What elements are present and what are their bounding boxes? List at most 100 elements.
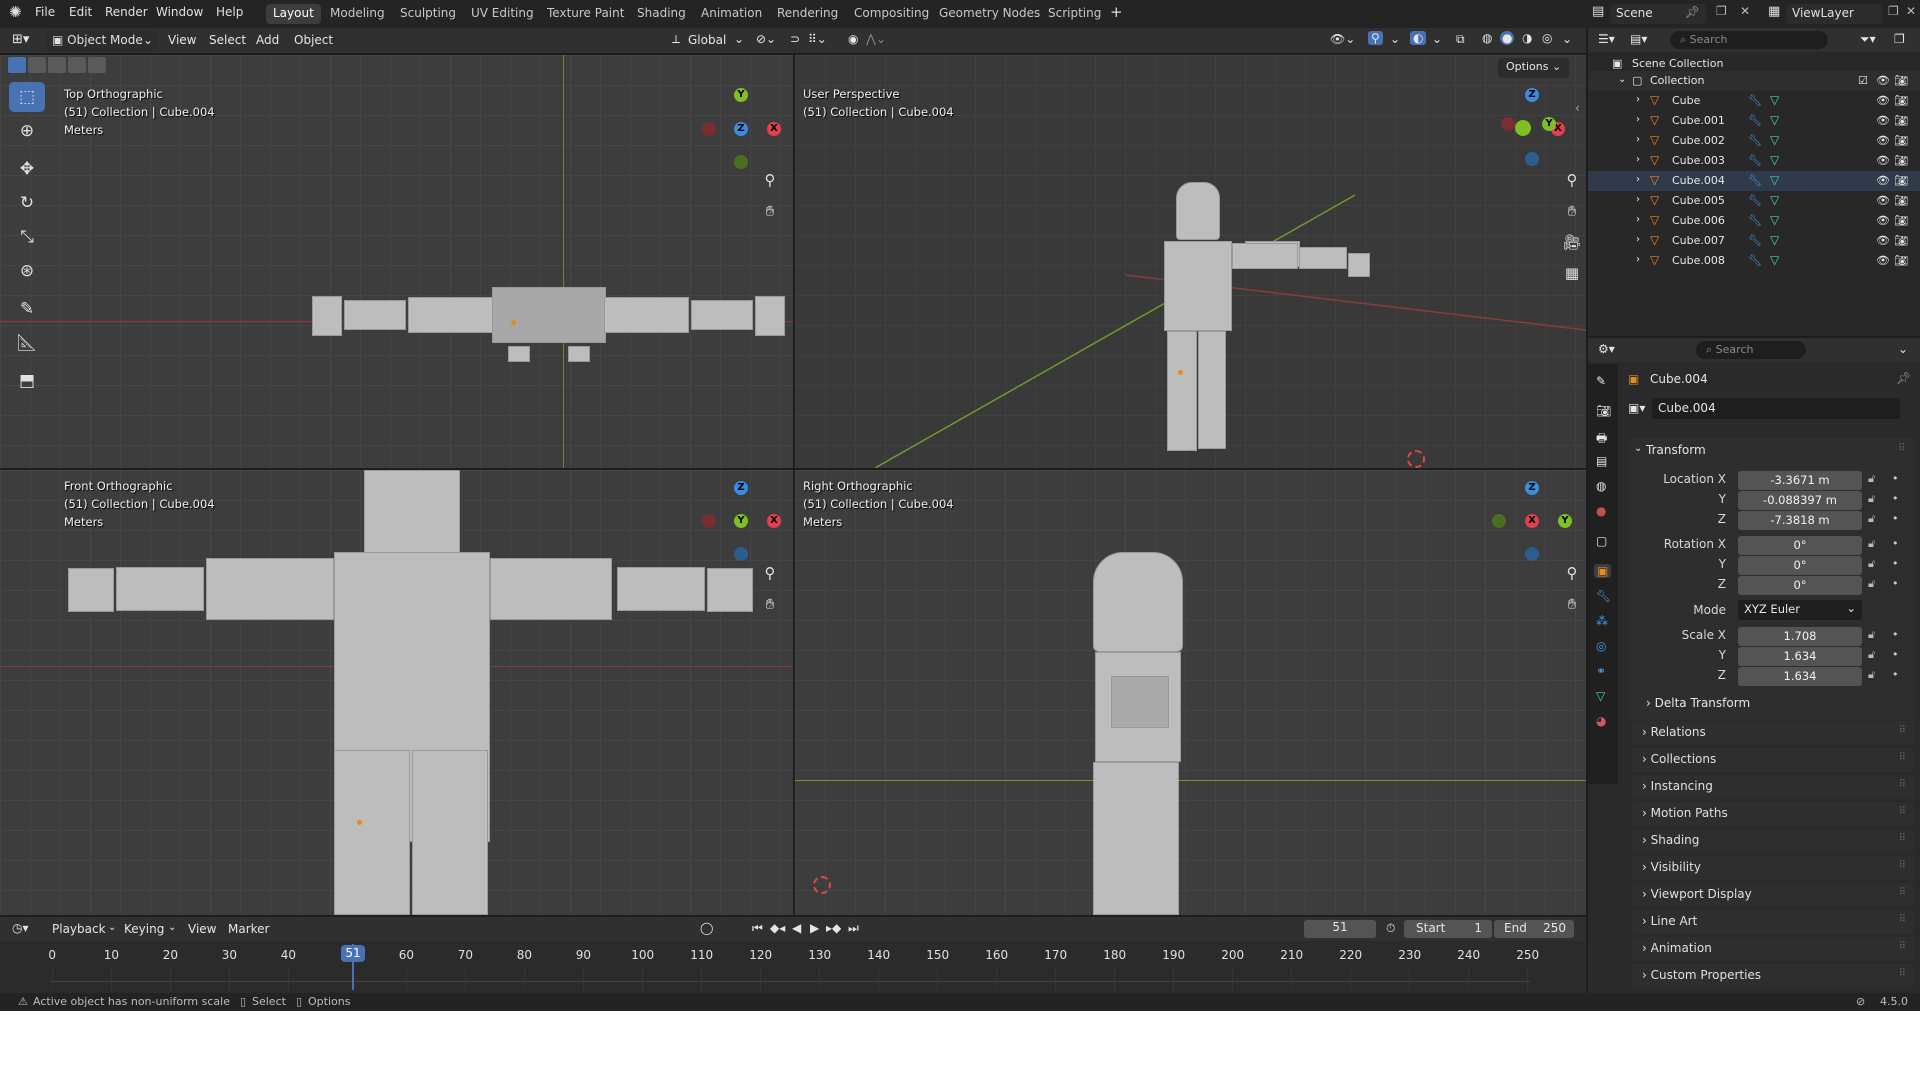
drag-handle-icon[interactable]: ⠿ [1898,443,1905,454]
gizmo-neg-z[interactable] [1525,152,1539,166]
panel-viewport-display[interactable]: › Viewport Display ⠿ [1632,883,1914,907]
jump-start-icon[interactable]: ⏮ [752,921,763,936]
lock-icon[interactable]: 🔓︎ [1868,537,1875,551]
modifier-icon[interactable]: 🔧︎ [1748,94,1762,107]
menu-keying[interactable]: Keying [124,922,164,936]
chevron-right-icon[interactable]: › [1636,154,1640,165]
scale-x-field[interactable]: 1.708 [1738,627,1862,646]
lock-icon[interactable]: 🔓︎ [1868,648,1875,662]
tab-scripting[interactable]: Scripting [1041,4,1108,24]
mode-dropdown[interactable]: ▣ Object Mode ⌄ [46,31,158,51]
record-icon[interactable]: ◯ [700,921,713,935]
modifier-icon[interactable]: 🔧︎ [1748,234,1762,247]
gizmo-y-axis[interactable]: Y [1542,117,1556,131]
chevron-down-icon[interactable]: ⌄ [1898,342,1908,356]
viewport-front-ortho[interactable]: Front Orthographic (51) Collection | Cub… [0,470,793,915]
camera-view-icon[interactable]: 🎥︎ [1559,229,1585,255]
menu-help[interactable]: Help [216,5,243,19]
rotation-x-field[interactable]: 0° [1738,536,1862,555]
gizmo-y-axis[interactable]: Y [1558,514,1572,528]
eye-icon[interactable]: 👁︎ [1876,254,1890,267]
tab-compositing[interactable]: Compositing [847,4,936,24]
tree-item-object[interactable]: › ▽ Cube.008 🔧︎ ▽ 👁︎ 📷︎ [1588,251,1920,271]
select-new-icon[interactable] [8,57,26,73]
collection-tab-icon[interactable]: ▢ [1596,534,1607,548]
panel-animation[interactable]: › Animation ⠿ [1632,937,1914,961]
data-tab-icon[interactable]: ▽ [1596,689,1605,703]
camera-icon[interactable]: 📷︎ [1894,174,1908,187]
data-type-icon[interactable]: ▣▾ [1628,401,1645,415]
camera-icon[interactable]: 📷︎ [1894,114,1908,127]
stopwatch-icon[interactable]: ⏱ [1386,921,1395,936]
end-frame-field[interactable]: End 250 [1494,920,1574,938]
keyframe-dot-icon[interactable]: • [1892,472,1899,485]
gizmo-toggle-icon[interactable]: ⚲ [1368,31,1383,45]
select-box-icon[interactable]: ⬚ [9,82,45,112]
menu-view[interactable]: View [188,922,216,936]
gizmo-z-axis[interactable]: Z [1525,481,1539,495]
keyframe-dot-icon[interactable]: • [1892,537,1899,550]
delete-scene-icon[interactable]: ✕ [1740,4,1750,18]
chevron-down-icon[interactable]: ⌄ [1432,32,1442,46]
tab-geometry-nodes[interactable]: Geometry Nodes [932,4,1047,24]
menu-select[interactable]: Select [209,33,246,47]
drag-handle-icon[interactable]: ⠿ [1899,887,1906,898]
gizmo-x-axis[interactable]: X [767,514,781,528]
new-collection-icon[interactable]: ❐ [1894,32,1905,46]
jump-end-icon[interactable]: ⏭ [848,921,859,936]
tab-layout[interactable]: Layout [266,4,321,24]
play-reverse-icon[interactable]: ◀ [792,921,801,935]
keyframe-dot-icon[interactable]: • [1892,512,1899,525]
gizmo-z-axis[interactable]: Z [734,481,748,495]
chevron-right-icon[interactable]: › [1636,194,1640,205]
falloff-icon[interactable]: ⋀⌄ [866,32,886,46]
keyframe-dot-icon[interactable]: • [1892,557,1899,570]
world-tab-icon[interactable]: ● [1596,504,1606,518]
gizmo-neg-x[interactable] [702,514,716,528]
gizmo-y-axis[interactable]: Y [734,88,748,102]
rotate-icon[interactable]: ↻ [9,188,45,218]
lock-icon[interactable]: 🔓︎ [1868,492,1875,506]
scale-y-field[interactable]: 1.634 [1738,647,1862,666]
viewlayer-selector[interactable]: ViewLayer [1786,4,1882,24]
playhead-marker[interactable]: 51 [341,945,365,962]
gizmo-z-axis[interactable]: Z [734,122,748,136]
panel-visibility[interactable]: › Visibility ⠿ [1632,856,1914,880]
add-cube-icon[interactable]: ⬒ [9,366,45,396]
panel-line-art[interactable]: › Line Art ⠿ [1632,910,1914,934]
camera-icon[interactable]: 📷︎ [1894,94,1908,107]
select-mode-buttons[interactable] [8,57,106,75]
select-subtract-icon[interactable] [48,57,66,73]
chevron-down-icon[interactable]: ⌄ [168,922,176,933]
drag-handle-icon[interactable]: ⠿ [1899,941,1906,952]
pivot-icon[interactable]: ⊘⌄ [756,32,776,46]
proportional-edit-icon[interactable]: ◉ [848,32,858,46]
shading-material-icon[interactable]: ◑ [1522,31,1532,45]
gizmo-neg-y[interactable] [1515,120,1531,136]
particles-tab-icon[interactable]: ⁂ [1596,614,1608,628]
tab-shading[interactable]: Shading [630,4,693,24]
pan-hand-icon[interactable]: ✋︎ [1559,591,1585,617]
camera-icon[interactable]: 📷︎ [1894,234,1908,247]
lock-icon[interactable]: 🔓︎ [1868,557,1875,571]
chevron-right-icon[interactable]: › [1636,214,1640,225]
eye-icon[interactable]: 👁︎ [1876,134,1890,147]
eye-icon[interactable]: 👁︎ [1876,94,1890,107]
gizmo-neg-x[interactable] [1501,117,1515,131]
keyframe-dot-icon[interactable]: • [1892,492,1899,505]
material-tab-icon[interactable]: ◕ [1596,714,1606,728]
orientation-dropdown[interactable]: Global [688,33,726,47]
pin-icon[interactable]: 📌︎ [1685,5,1700,19]
tree-item-object[interactable]: › ▽ Cube.005 🔧︎ ▽ 👁︎ 📷︎ [1588,191,1920,211]
ortho-toggle-icon[interactable]: ▦ [1559,260,1585,286]
annotate-icon[interactable]: ✎ [9,294,45,324]
eye-icon[interactable]: 👁︎ [1876,194,1890,207]
editor-type-icon[interactable]: ⚙▾ [1598,342,1615,356]
outliner-search-input[interactable]: ⌕ Search [1670,31,1828,49]
snap-icon[interactable]: ⊃ [790,32,800,46]
jump-keyframe-forward-icon[interactable]: ▸◆ [826,921,841,935]
pin-icon[interactable]: 📌︎ [1896,371,1911,385]
checkbox-icon[interactable]: ☑ [1858,74,1868,87]
modifier-tab-icon[interactable]: 🔧︎ [1596,589,1611,603]
new-viewlayer-icon[interactable]: ❐ [1888,4,1899,18]
